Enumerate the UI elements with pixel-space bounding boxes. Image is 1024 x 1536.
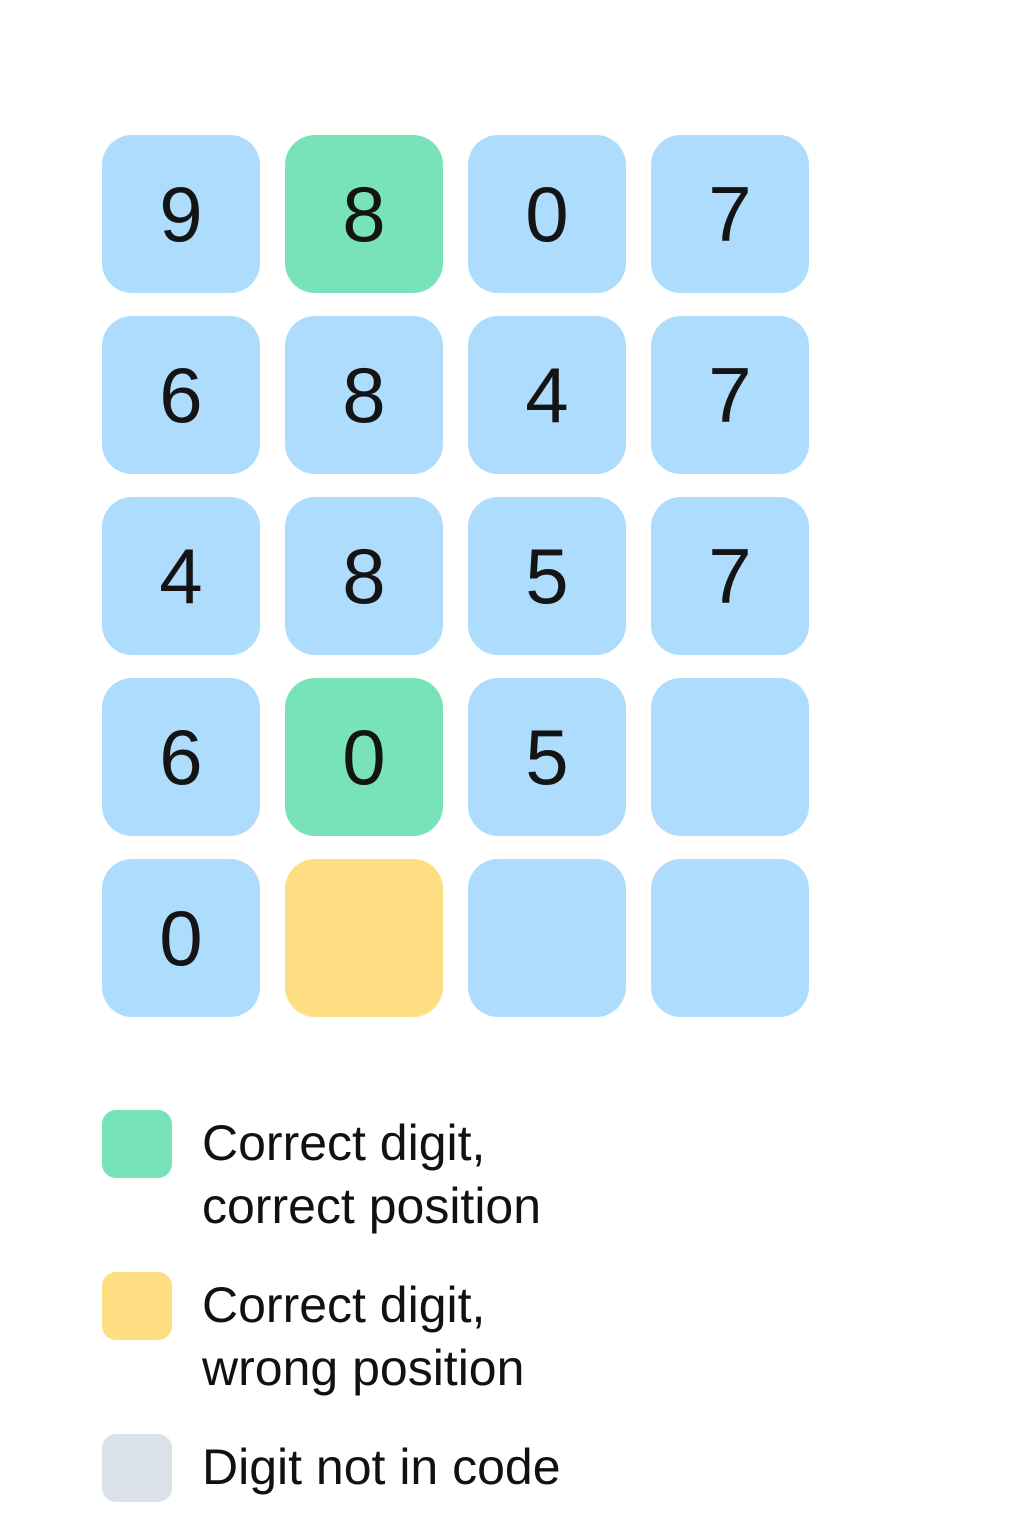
digit-tile[interactable]: 0 [285, 678, 443, 836]
legend-label: Correct digit, wrong position [202, 1277, 525, 1396]
digit-tile[interactable]: 6 [102, 678, 260, 836]
digit-tile[interactable]: 5 [468, 497, 626, 655]
digit-tile[interactable]: 4 [102, 497, 260, 655]
digit-tile[interactable] [651, 678, 809, 836]
digit-tile[interactable] [285, 859, 443, 1017]
digit-tile[interactable]: 8 [285, 135, 443, 293]
legend-label: Digit not in code [202, 1439, 561, 1495]
guess-grid: 9807684748576050 [102, 135, 809, 1017]
digit-tile[interactable]: 7 [651, 497, 809, 655]
digit-tile[interactable]: 5 [468, 678, 626, 836]
legend: Correct digit, correct position Correct … [102, 1110, 632, 1536]
legend-swatch-not-in-code [102, 1434, 172, 1502]
legend-label: Correct digit, correct position [202, 1115, 542, 1234]
digit-tile[interactable]: 8 [285, 497, 443, 655]
digit-tile[interactable]: 0 [468, 135, 626, 293]
digit-tile[interactable] [651, 859, 809, 1017]
digit-tile[interactable] [468, 859, 626, 1017]
legend-swatch-correct [102, 1110, 172, 1178]
digit-tile[interactable]: 6 [102, 316, 260, 474]
legend-swatch-present [102, 1272, 172, 1340]
legend-item-correct: Correct digit, correct position [102, 1110, 632, 1238]
digit-tile[interactable]: 0 [102, 859, 260, 1017]
digit-tile[interactable]: 7 [651, 316, 809, 474]
legend-item-not-in-code: Digit not in code [102, 1434, 632, 1502]
digit-tile[interactable]: 9 [102, 135, 260, 293]
digit-tile[interactable]: 7 [651, 135, 809, 293]
digit-tile[interactable]: 8 [285, 316, 443, 474]
legend-item-present: Correct digit, wrong position [102, 1272, 632, 1400]
digit-tile[interactable]: 4 [468, 316, 626, 474]
